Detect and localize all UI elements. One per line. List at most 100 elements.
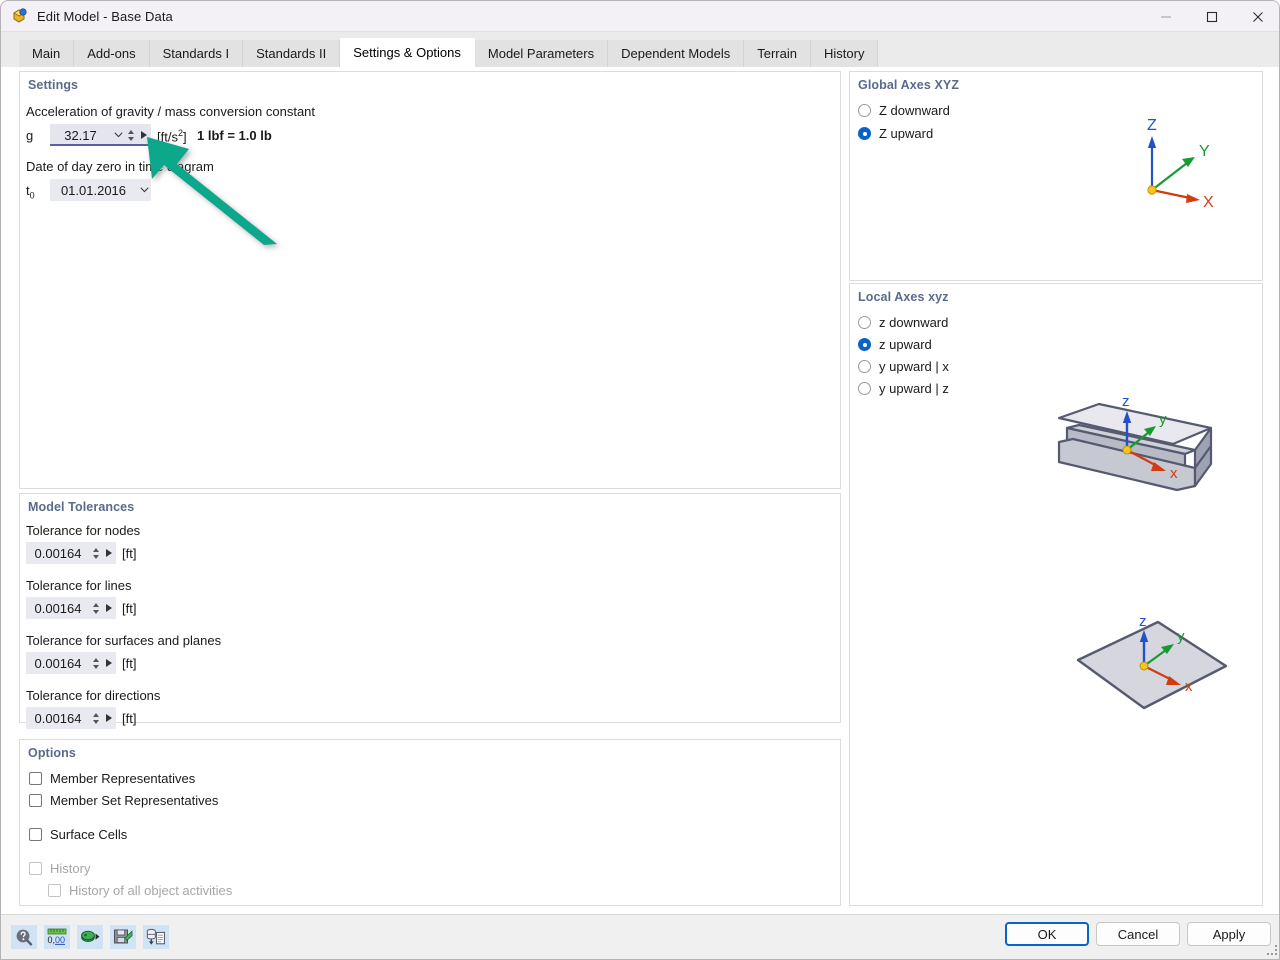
tab-label: Main xyxy=(32,46,61,61)
radio-icon[interactable] xyxy=(858,316,871,329)
cancel-button[interactable]: Cancel xyxy=(1096,922,1180,946)
units-icon[interactable]: 0, 00 xyxy=(44,925,70,949)
checkbox-surface-cells[interactable]: Surface Cells xyxy=(29,827,127,842)
tab-label: Terrain xyxy=(757,46,797,61)
tolerances-panel-title: Model Tolerances xyxy=(28,500,135,514)
tab-model-parameters[interactable]: Model Parameters xyxy=(474,40,609,67)
local-axes-panel: Local Axes xyz z downward z upward y upw… xyxy=(849,283,1263,906)
checkbox-icon[interactable] xyxy=(29,794,42,807)
tolerance-surfaces-field[interactable]: 0.00164 xyxy=(26,652,116,674)
tolerance-nodes-field[interactable]: 0.00164 xyxy=(26,542,116,564)
gravity-value-field[interactable]: 32.17 xyxy=(50,124,151,146)
axis-label-z: z xyxy=(1139,613,1147,630)
axis-label-x: x xyxy=(1170,465,1178,482)
radio-z-upward-local[interactable]: z upward xyxy=(858,337,932,352)
gravity-spinner[interactable] xyxy=(125,126,136,144)
tolerance-directions-unit: [ft] xyxy=(122,711,137,726)
copy-to-clipboard-icon[interactable] xyxy=(143,925,169,949)
options-panel: Options Member Representatives Member Se… xyxy=(19,739,841,906)
tab-add-ons[interactable]: Add-ons xyxy=(74,40,150,67)
tolerance-surfaces-spinner[interactable] xyxy=(90,654,101,672)
tab-terrain[interactable]: Terrain xyxy=(744,40,811,67)
tab-standards-1[interactable]: Standards I xyxy=(149,40,244,67)
tab-label: Settings & Options xyxy=(353,45,461,60)
radio-z-downward[interactable]: Z downward xyxy=(858,103,950,118)
date-zero-field[interactable]: 01.01.2016 xyxy=(50,179,151,201)
checkbox-icon[interactable] xyxy=(29,862,42,875)
gravity-unit-suffix: ] xyxy=(182,129,187,145)
tab-label: History xyxy=(824,46,865,61)
tab-main[interactable]: Main xyxy=(19,40,75,67)
radio-label: y upward | z xyxy=(879,381,949,396)
export-icon[interactable] xyxy=(77,925,103,949)
cancel-button-label: Cancel xyxy=(1117,926,1159,942)
tab-label: Add-ons xyxy=(87,46,136,61)
global-axes-panel: Global Axes XYZ Z downward Z upward Z Y … xyxy=(849,71,1263,281)
checkbox-history[interactable]: History xyxy=(29,861,90,876)
tab-standards-2[interactable]: Standards II xyxy=(243,40,341,67)
axis-label-y: y xyxy=(1177,628,1185,645)
conversion-note: 1 lbf = 1.0 lb xyxy=(197,128,272,143)
close-icon[interactable] xyxy=(1235,1,1279,32)
date-caption: Date of day zero in time diagram xyxy=(26,159,214,174)
ok-button[interactable]: OK xyxy=(1005,922,1089,946)
radio-icon[interactable] xyxy=(858,338,871,351)
radio-icon[interactable] xyxy=(858,360,871,373)
tolerance-directions-label: Tolerance for directions xyxy=(26,688,161,703)
gravity-unit-label: [ft/s2] xyxy=(157,128,187,144)
checkbox-icon[interactable] xyxy=(29,772,42,785)
radio-y-upward-x[interactable]: y upward | x xyxy=(858,359,949,374)
tab-history[interactable]: History xyxy=(811,40,879,67)
i-beam-local-axes-diagram: z y x xyxy=(1045,393,1245,527)
tolerance-nodes-more-button[interactable] xyxy=(101,549,116,557)
radio-y-upward-z[interactable]: y upward | z xyxy=(858,381,949,396)
tolerance-directions-more-button[interactable] xyxy=(101,714,116,722)
chevron-down-icon[interactable] xyxy=(111,132,125,138)
window-controls xyxy=(1143,1,1279,32)
tolerance-directions-field[interactable]: 0.00164 xyxy=(26,707,116,729)
radio-label: y upward | x xyxy=(879,359,949,374)
checkbox-history-all-object-activities[interactable]: History of all object activities xyxy=(48,883,232,898)
gravity-unit-prefix: [ft/s xyxy=(157,129,178,145)
date-zero-value: 01.01.2016 xyxy=(60,182,127,198)
tolerance-directions-spinner[interactable] xyxy=(90,709,101,727)
checkbox-icon[interactable] xyxy=(29,828,42,841)
chevron-down-icon[interactable] xyxy=(137,187,151,193)
surface-local-axes-diagram: z y x xyxy=(1048,608,1248,741)
tolerance-lines-spinner[interactable] xyxy=(90,599,101,617)
maximize-icon[interactable] xyxy=(1189,1,1235,32)
apply-button[interactable]: Apply xyxy=(1187,922,1271,946)
checkbox-member-set-representatives[interactable]: Member Set Representatives xyxy=(29,793,218,808)
axis-label-z: Z xyxy=(1147,117,1157,134)
radio-icon[interactable] xyxy=(858,127,871,140)
radio-z-downward-local[interactable]: z downward xyxy=(858,315,948,330)
ok-button-label: OK xyxy=(1037,926,1057,942)
radio-icon[interactable] xyxy=(858,104,871,117)
tolerance-surfaces-more-button[interactable] xyxy=(101,659,116,667)
gravity-caption: Acceleration of gravity / mass conversio… xyxy=(26,104,316,119)
tolerance-nodes-unit: [ft] xyxy=(122,546,137,561)
checkbox-member-representatives[interactable]: Member Representatives xyxy=(29,771,195,786)
global-axes-title: Global Axes XYZ xyxy=(858,78,960,92)
local-axes-title: Local Axes xyz xyxy=(858,290,949,304)
global-axes-diagram: Z Y X xyxy=(1100,112,1230,225)
radio-icon[interactable] xyxy=(858,382,871,395)
tolerance-lines-field[interactable]: 0.00164 xyxy=(26,597,116,619)
radio-label: Z downward xyxy=(879,103,950,118)
radio-z-upward[interactable]: Z upward xyxy=(858,126,933,141)
tab-label: Standards I xyxy=(162,46,230,61)
tolerance-lines-value: 0.00164 xyxy=(34,600,82,616)
checkbox-label: Member Set Representatives xyxy=(50,793,219,808)
tab-dependent-models[interactable]: Dependent Models xyxy=(608,40,745,67)
tolerance-nodes-spinner[interactable] xyxy=(90,544,101,562)
checkbox-icon[interactable] xyxy=(48,884,61,897)
tolerance-lines-more-button[interactable] xyxy=(101,604,116,612)
minimize-icon[interactable] xyxy=(1143,1,1189,32)
tab-settings-options[interactable]: Settings & Options xyxy=(340,38,475,67)
axis-label-x: x xyxy=(1185,678,1193,695)
resize-grip[interactable] xyxy=(1267,945,1279,957)
help-icon[interactable] xyxy=(11,925,37,949)
save-defaults-icon[interactable] xyxy=(110,925,136,949)
tab-bar: Main Add-ons Standards I Standards II Se… xyxy=(1,32,1279,67)
gravity-more-button[interactable] xyxy=(136,131,151,139)
